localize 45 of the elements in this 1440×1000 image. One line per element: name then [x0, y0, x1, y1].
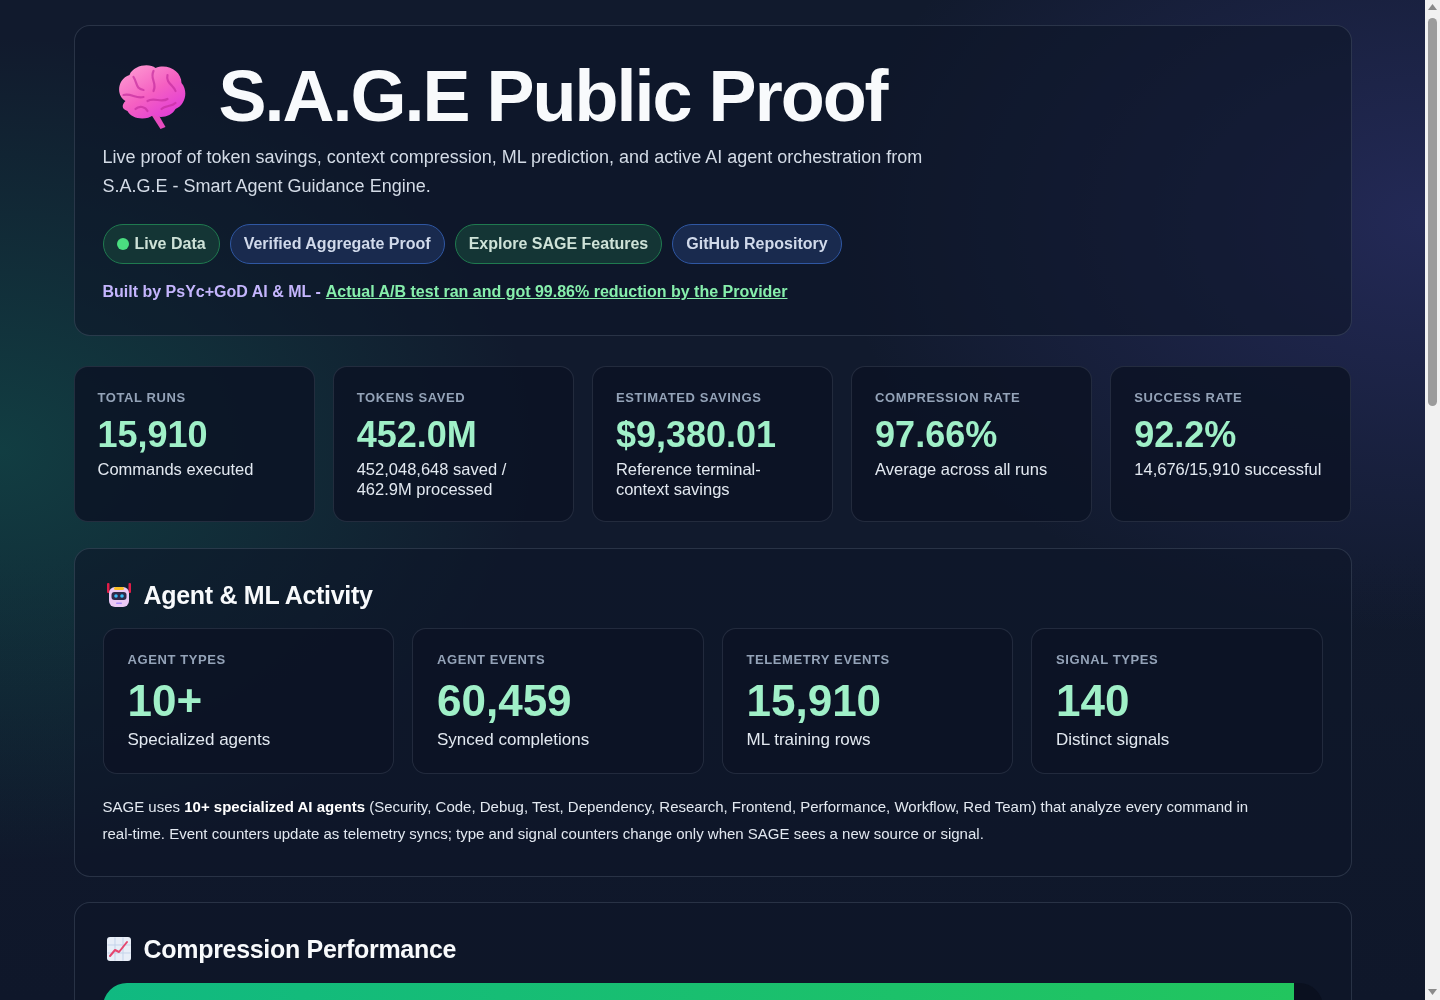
- stat-detail: Average across all runs: [875, 459, 1049, 479]
- section-description: SAGE uses 10+ specialized AI agents (Security, Code, Debug, Test, Dependency, Research, Frontend, Performance, Workflow, Red Team) that analyze every command in real-time. Event counters update as telemetry syncs; type and signal counters change only when SAGE sees a new source or signal.: [102, 797, 1250, 844]
- stat-value: 452.0M: [356, 413, 478, 457]
- status-text: Live Data: [134, 235, 206, 253]
- link-button[interactable]: Verified Aggregate Proof: [229, 224, 445, 264]
- page-title: S.A.G.E Public Proof: [218, 56, 887, 136]
- metric-value: 60,459: [437, 675, 573, 727]
- up-arrow-icon[interactable]: [1428, 4, 1437, 10]
- metric-label: AGENT EVENTS: [437, 652, 547, 668]
- stat-detail: 452,048,648 saved / 462.9M processed: [356, 459, 508, 499]
- stat-detail: Commands executed: [97, 459, 255, 479]
- metric-detail: Synced completions: [437, 729, 591, 751]
- section-title: Agent & ML Activity: [143, 580, 373, 611]
- robot-icon: [105, 582, 132, 608]
- scrollbar-thumb[interactable]: [1428, 18, 1437, 406]
- scrollbar[interactable]: [1425, 0, 1440, 1000]
- metric-label: SIGNAL TYPES: [1056, 652, 1160, 668]
- metric-detail: ML training rows: [746, 729, 872, 751]
- status-dot-icon: [116, 238, 129, 250]
- stat-label: TOTAL RUNS: [97, 390, 187, 406]
- page-description: Live proof of token savings, context compression, ML prediction, and active AI agent orchestration from S.A.G.E - Smart Agent Guidance Engine.: [102, 146, 924, 198]
- metric-value: 10+: [127, 675, 204, 727]
- metric-value: 140: [1056, 675, 1131, 727]
- link-button[interactable]: GitHub Repository: [672, 224, 842, 264]
- link-button[interactable]: Explore SAGE Features: [454, 224, 663, 264]
- metric-value: 15,910: [746, 675, 883, 727]
- metric-detail: Specialized agents: [127, 729, 272, 751]
- stat-value: $9,380.01: [615, 413, 778, 457]
- metric-label: AGENT TYPES: [127, 652, 227, 668]
- section-title: Compression Performance: [143, 934, 457, 965]
- stat-label: ESTIMATED SAVINGS: [615, 390, 763, 406]
- stat-detail: Reference terminal-context savings: [615, 459, 762, 499]
- stat-label: COMPRESSION RATE: [875, 390, 1022, 406]
- stat-value: 97.66%: [875, 413, 999, 457]
- stat-label: TOKENS SAVED: [356, 390, 467, 406]
- line-chart-icon: [105, 936, 132, 962]
- stat-label: SUCCESS RATE: [1134, 390, 1244, 406]
- ab-test-link[interactable]: Actual A/B test ran and got 99.86% reduction by the Provider: [325, 283, 788, 300]
- down-arrow-icon[interactable]: [1428, 989, 1437, 995]
- credit-line: Built by PsYc+GoD AI & ML - Actual A/B test ran and got 99.86% reduction by the Provider: [102, 282, 788, 302]
- stat-value: 15,910: [97, 413, 209, 457]
- metric-label: TELEMETRY EVENTS: [746, 652, 891, 668]
- stat-value: 92.2%: [1134, 413, 1238, 457]
- stat-detail: 14,676/15,910 successful: [1134, 459, 1323, 479]
- metric-detail: Distinct signals: [1056, 729, 1171, 751]
